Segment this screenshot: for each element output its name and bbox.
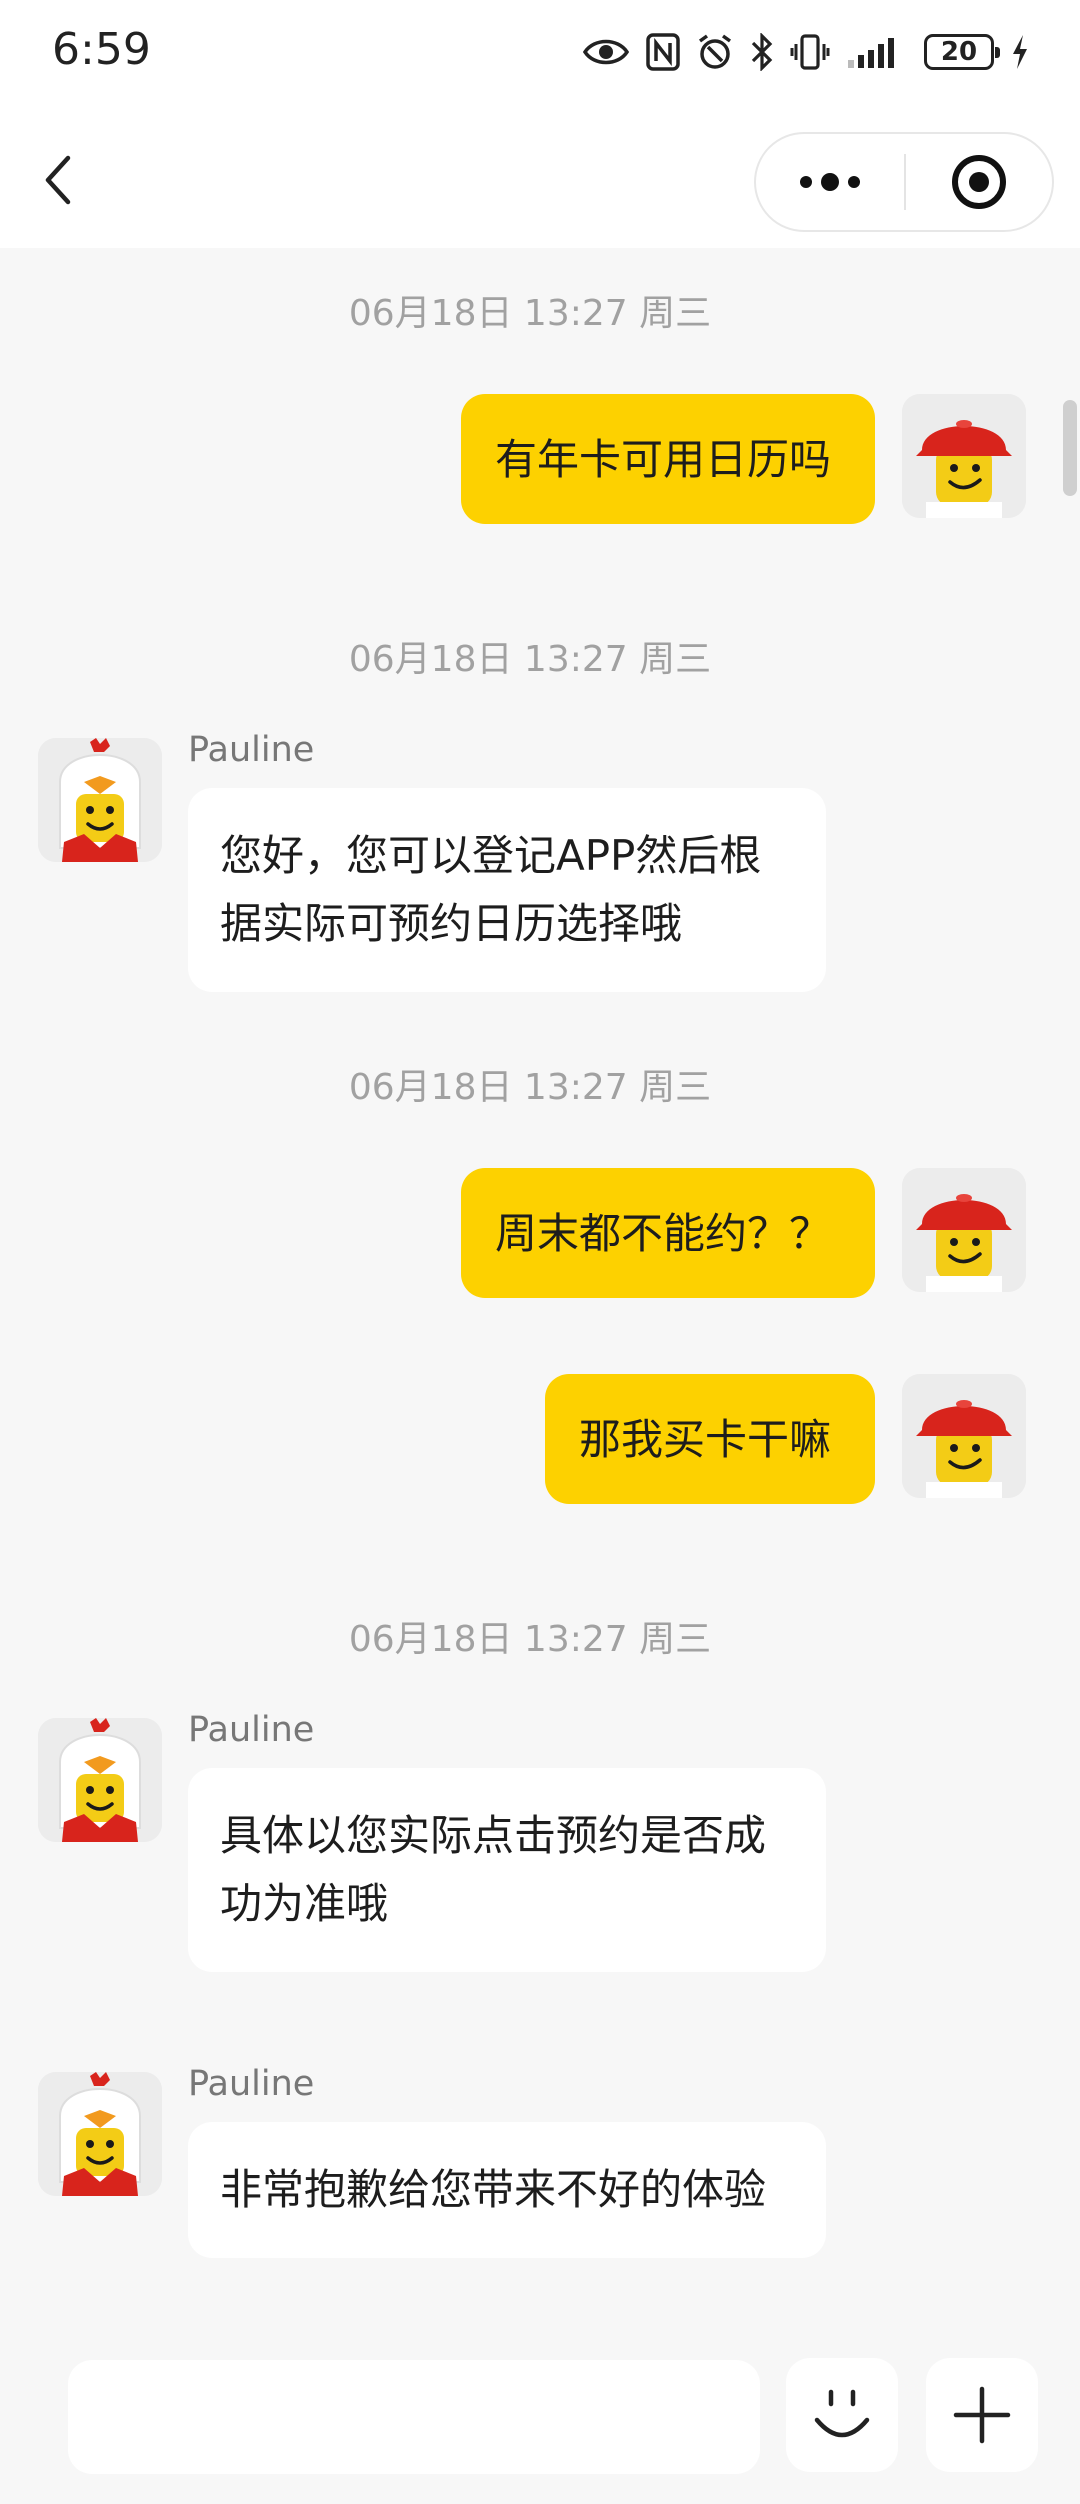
agent-avatar[interactable] [38,738,162,862]
battery-level: 20 [940,37,978,67]
input-bar [0,2338,1080,2504]
battery-icon: 20 [924,34,1000,70]
chat-scrollbar[interactable] [1063,400,1077,496]
status-bar: 6:59 20 [0,0,1080,110]
plus-button[interactable] [926,2358,1038,2472]
status-time: 6:59 [52,24,151,75]
outgoing-message-bubble[interactable]: 周末都不能约？？ [460,1168,875,1298]
chat-screen: 6:59 20 06月18日 13:27 周三 有年卡可用日历吗 06月18日 … [0,0,1080,2504]
message-timestamp: 06月18日 13:27 周三 [348,293,712,334]
user-avatar[interactable] [902,1374,1026,1498]
user-avatar[interactable] [902,1168,1026,1292]
eye-icon [582,34,630,70]
lego-cap-avatar-icon [902,1168,1026,1292]
status-icons: 20 [582,28,1030,76]
incoming-message-bubble[interactable]: 具体以您实际点击预约是否成功为准哦 [188,1768,826,1972]
charging-icon [1010,33,1030,71]
message-timestamp: 06月18日 13:27 周三 [348,639,712,680]
signal-icon [846,34,908,70]
agent-avatar[interactable] [38,1718,162,1842]
mini-program-capsule [754,132,1054,232]
lego-chicken-avatar-icon [38,1718,162,1842]
nav-bar [0,110,1080,248]
nfc-icon [646,33,680,71]
more-button[interactable] [756,134,904,230]
lego-chicken-avatar-icon [38,738,162,862]
more-dots-icon [800,173,860,191]
alarm-icon [696,33,734,71]
bluetooth-icon [750,33,774,71]
message-timestamp: 06月18日 13:27 周三 [348,1067,712,1108]
lego-cap-avatar-icon [902,394,1026,518]
sender-name: Pauline [188,1710,315,1750]
back-button[interactable] [28,148,88,212]
target-close-icon [952,155,1006,209]
vibrate-icon [790,33,830,71]
message-timestamp: 06月18日 13:27 周三 [348,1619,712,1660]
user-avatar[interactable] [902,394,1026,518]
message-input[interactable] [68,2360,760,2474]
outgoing-message-bubble[interactable]: 那我买卡干嘛 [544,1374,875,1504]
incoming-message-bubble[interactable]: 非常抱歉给您带来不好的体验 [188,2122,826,2258]
chevron-left-icon [45,155,71,205]
emoji-button[interactable] [786,2358,898,2472]
plus-icon [953,2386,1011,2444]
sender-name: Pauline [188,2064,315,2104]
lego-cap-avatar-icon [902,1374,1026,1498]
sender-name: Pauline [188,730,315,770]
incoming-message-bubble[interactable]: 您好，您可以登记APP然后根据实际可预约日历选择哦 [188,788,826,992]
smiley-icon [814,2389,870,2438]
lego-chicken-avatar-icon [38,2072,162,2196]
close-button[interactable] [906,134,1052,230]
agent-avatar[interactable] [38,2072,162,2196]
outgoing-message-bubble[interactable]: 有年卡可用日历吗 [460,394,875,524]
